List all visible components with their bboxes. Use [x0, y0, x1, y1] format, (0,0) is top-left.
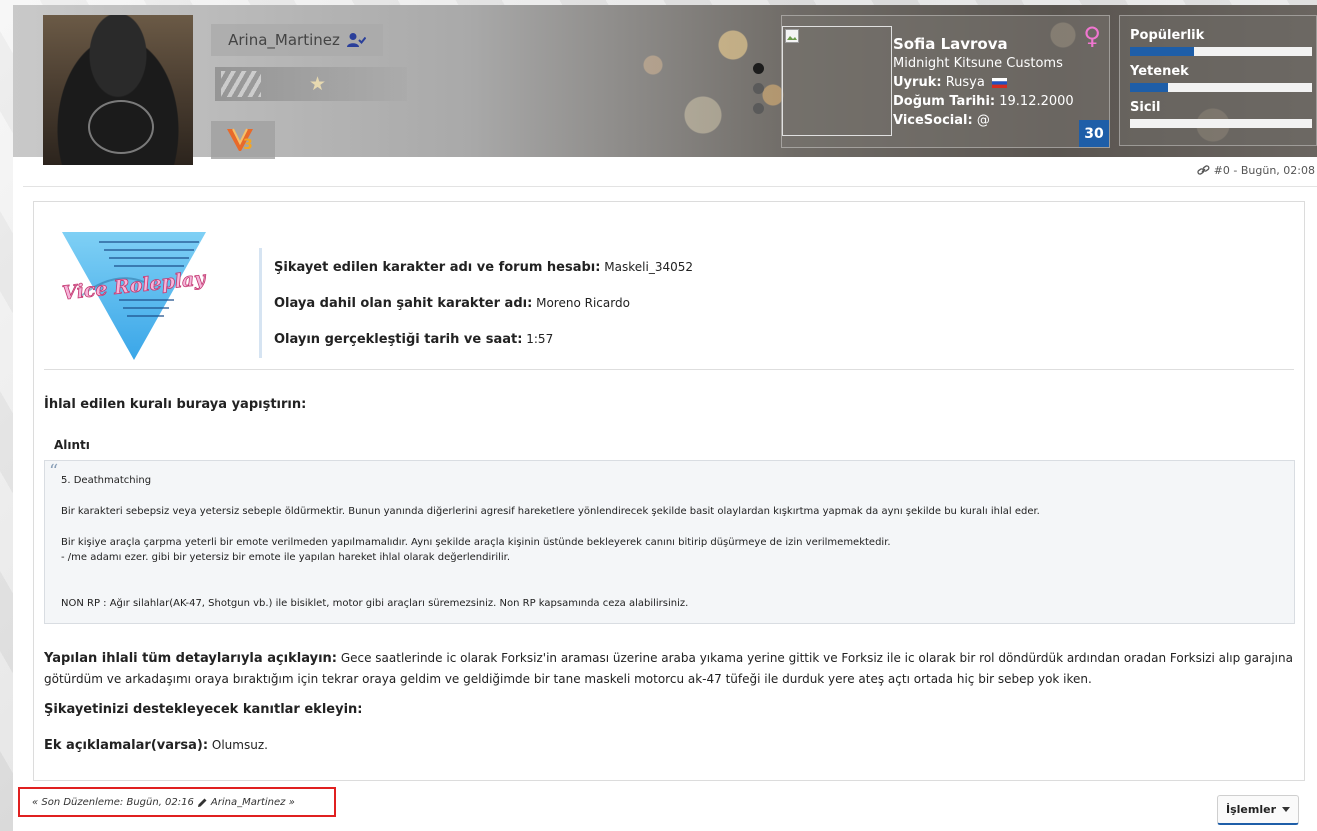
social-label: ViceSocial: [893, 113, 973, 128]
nationality-label: Uyruk: [893, 75, 942, 90]
post-number-time[interactable]: #0 - Bugün, 02:08 [1214, 164, 1315, 177]
witness-label: Olaya dahil olan şahit karakter adı: [274, 296, 533, 311]
carousel-dots [753, 63, 764, 123]
quote-line: Bir karakteri sebepsiz veya yetersiz seb… [61, 506, 1040, 517]
meta-divider [23, 186, 1317, 187]
stat-skill: Yetenek [1130, 64, 1312, 92]
violation-details: Yapılan ihlali tüm detaylarıyla açıklayı… [44, 648, 1294, 689]
accused-row: Şikayet edilen karakter adı ve forum hes… [274, 258, 693, 276]
datetime-value: 1:57 [526, 332, 554, 346]
last-edit-info: « Son Düzenleme: Bugün, 02:16 Arina_Mart… [18, 787, 336, 817]
character-social: ViceSocial: @ [893, 111, 1074, 130]
quote-mark-icon: “ [49, 461, 59, 482]
quote-line: NON RP : Ağır silahlar(AK-47, Shotgun vb… [61, 598, 689, 609]
character-company: Midnight Kitsune Customs [893, 56, 1063, 71]
character-name: Sofia Lavrova [893, 35, 1008, 53]
actions-button[interactable]: İşlemler [1217, 795, 1299, 825]
stat-bar [1130, 119, 1312, 128]
stats-panel: Popülerlik Yetenek Sicil [1119, 15, 1317, 146]
character-info: Sofia Lavrova Midnight Kitsune Customs U… [893, 34, 1074, 130]
post-content: Vice Roleplay Şikayet edilen karakter ad… [33, 201, 1305, 781]
avatar[interactable] [43, 15, 193, 165]
russia-flag-icon [991, 77, 1007, 88]
broken-image-icon [785, 29, 799, 43]
stat-bar [1130, 83, 1312, 92]
quote-line: Bir kişiye araçla çarpma yeterli bir emo… [61, 537, 891, 548]
vice-roleplay-logo: Vice Roleplay [61, 232, 209, 360]
datetime-row: Olayın gerçekleştiği tarih ve saat: 1:57 [274, 330, 693, 348]
quote-title: Alıntı [54, 438, 90, 452]
detail-label: Yapılan ihlali tüm detaylarıyla açıklayı… [44, 651, 337, 666]
quote-line: 5. Deathmatching [61, 475, 152, 486]
content-divider [44, 369, 1294, 370]
rank-banner: ★ [215, 67, 407, 101]
avatar-jacket-patch [88, 100, 154, 154]
profile-banner: Arina_Martinez ★ 3 Sofia Lavrova Midnigh… [13, 5, 1317, 165]
last-edit-prefix: « Son Düzenleme: Bugün, 02:16 [32, 796, 194, 808]
level-badge: 3 [211, 121, 275, 159]
social-value[interactable]: @ [977, 113, 990, 128]
stat-label: Yetenek [1130, 64, 1189, 79]
username-badge[interactable]: Arina_Martinez [211, 24, 383, 56]
quote-line: - /me adamı ezer. gibi bir yetersiz bir … [61, 552, 511, 563]
stat-label: Sicil [1130, 100, 1161, 115]
carousel-dot-2[interactable] [753, 83, 764, 94]
actions-label: İşlemler [1226, 803, 1276, 816]
star-icon: ★ [309, 73, 327, 95]
rule-heading: İhlal edilen kuralı buraya yapıştırın: [44, 397, 307, 412]
level-number: 3 [243, 137, 253, 153]
stat-label: Popülerlik [1130, 28, 1205, 43]
accused-value: Maskeli_34052 [604, 260, 694, 274]
female-icon: ♀ [1083, 22, 1101, 50]
stat-bar [1130, 47, 1312, 56]
extra-notes: Ek açıklamalar(varsa): Olumsuz. [44, 738, 268, 753]
witness-value: Moreno Ricardo [536, 296, 630, 310]
carousel-dot-3[interactable] [753, 103, 764, 114]
stat-fill [1130, 83, 1169, 92]
nationality-value: Rusya [945, 75, 985, 90]
complaint-info: Şikayet edilen karakter adı ve forum hes… [259, 248, 693, 358]
forum-post: Arina_Martinez ★ 3 Sofia Lavrova Midnigh… [13, 5, 1317, 831]
user-check-icon [346, 33, 366, 47]
stat-record: Sicil [1130, 100, 1312, 128]
extra-label: Ek açıklamalar(varsa): [44, 738, 209, 753]
character-birth: Doğum Tarihi: 19.12.2000 [893, 92, 1074, 111]
accused-label: Şikayet edilen karakter adı ve forum hes… [274, 260, 601, 275]
birth-label: Doğum Tarihi: [893, 94, 996, 109]
pencil-icon [197, 798, 207, 807]
last-edit-user[interactable]: Arina_Martinez » [211, 797, 295, 808]
birth-value: 19.12.2000 [999, 94, 1074, 109]
quote-box: “ 5. Deathmatching Bir karakteri sebepsi… [44, 460, 1295, 624]
witness-row: Olaya dahil olan şahit karakter adı: Mor… [274, 294, 693, 312]
link-icon [1197, 165, 1210, 175]
stat-fill [1130, 47, 1194, 56]
username[interactable]: Arina_Martinez [228, 31, 340, 49]
caret-down-icon [1282, 807, 1290, 812]
carousel-dot-1[interactable] [753, 63, 764, 74]
character-card: Sofia Lavrova Midnight Kitsune Customs U… [781, 15, 1110, 148]
datetime-label: Olayın gerçekleştiği tarih ve saat: [274, 332, 523, 347]
extra-value: Olumsuz. [211, 738, 268, 752]
stat-popularity: Popülerlik [1130, 28, 1312, 56]
age-badge: 30 [1079, 120, 1109, 147]
character-nationality: Uyruk: Rusya [893, 73, 1074, 92]
rank-stripes [221, 71, 261, 97]
post-permalink[interactable]: #0 - Bugün, 02:08 [1197, 164, 1315, 177]
evidence-heading: Şikayetinizi destekleyecek kanıtlar ekle… [44, 702, 363, 717]
character-photo [782, 26, 892, 136]
